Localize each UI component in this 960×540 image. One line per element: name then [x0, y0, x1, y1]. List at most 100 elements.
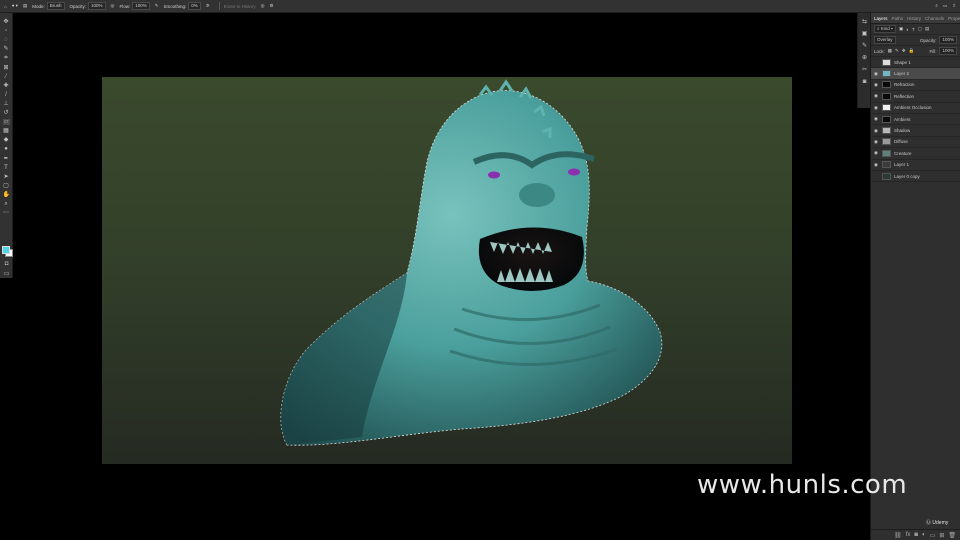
history-icon[interactable]: ▣	[861, 31, 868, 37]
brush-preset-picker[interactable]: ● ▾	[12, 3, 18, 9]
dodge-tool-icon[interactable]: ●	[3, 146, 10, 152]
adjustment-layer-icon[interactable]: ◐	[922, 532, 926, 538]
quick-mask-icon[interactable]: ◘	[3, 261, 10, 267]
tab-properties[interactable]: Properties	[948, 16, 960, 21]
delete-layer-icon[interactable]: 🗑	[948, 532, 956, 539]
link-layers-icon[interactable]: ⛓	[894, 532, 902, 539]
layer-row[interactable]: Shape 1	[871, 57, 960, 69]
tab-channels[interactable]: Channels	[925, 16, 944, 21]
tab-paths[interactable]: Paths	[892, 16, 904, 21]
opacity-control[interactable]: Opacity: 100%	[70, 2, 106, 10]
tab-layers[interactable]: Layers	[874, 16, 888, 21]
shape-tool-icon[interactable]: ▢	[3, 183, 10, 189]
path-select-icon[interactable]: ➤	[3, 174, 10, 180]
lock-pixels-icon[interactable]: ▦	[888, 48, 892, 54]
blend-mode-dropdown[interactable]: Overlay	[874, 36, 896, 44]
hand-tool-icon[interactable]: ✋	[3, 192, 10, 198]
search-icon[interactable]: ⌕	[935, 3, 938, 9]
history-brush-icon[interactable]: ↺	[3, 110, 10, 116]
visibility-eye-icon[interactable]: ◉	[873, 128, 879, 134]
layer-row[interactable]: ◉ Ambient Occlusion	[871, 103, 960, 114]
document-canvas[interactable]	[102, 77, 792, 464]
brush-settings-panel-icon[interactable]: ✎	[861, 43, 868, 49]
layer-opacity-field[interactable]: 100%	[939, 36, 957, 44]
tools-icon[interactable]: ✂	[861, 67, 868, 73]
visibility-eye-icon[interactable]: ◉	[873, 139, 879, 145]
fx-icon[interactable]: fx	[906, 532, 911, 538]
layer-row[interactable]: ◉ Shadow	[871, 125, 960, 137]
pressure-opacity-icon[interactable]: ◎	[111, 3, 115, 9]
foreground-color-swatch[interactable]	[2, 246, 10, 254]
brush-tool-icon[interactable]: /	[3, 92, 10, 98]
eyedropper-icon[interactable]: ⁄	[3, 74, 10, 80]
opacity-field[interactable]: 100%	[88, 2, 106, 10]
symmetry-icon[interactable]: ⚙	[270, 3, 274, 9]
quick-select-icon[interactable]: ✎	[3, 46, 10, 52]
tab-history[interactable]: History	[907, 16, 921, 21]
visibility-eye-icon[interactable]: ◉	[873, 105, 879, 111]
visibility-eye-icon[interactable]: ◉	[873, 150, 879, 156]
3d-icon[interactable]: ◙	[861, 79, 868, 85]
smoothing-settings-icon[interactable]: ✲	[206, 3, 210, 9]
airbrush-icon[interactable]: ✎	[155, 3, 159, 9]
lock-paint-icon[interactable]: ✎	[895, 48, 899, 54]
mode-dropdown[interactable]: Brush	[46, 2, 65, 10]
layer-row[interactable]: ◉ Creature	[871, 148, 960, 160]
visibility-eye-icon[interactable]: ◉	[873, 82, 879, 88]
filter-smart-icon[interactable]: ▤	[925, 26, 929, 32]
healing-brush-icon[interactable]: ✚	[3, 83, 10, 89]
layer-row[interactable]: ◉ Reflection	[871, 91, 960, 103]
new-group-icon[interactable]: ▭	[930, 532, 936, 539]
layer-thumbnail	[882, 138, 891, 146]
layer-row[interactable]: ◉ Layer 1	[871, 160, 960, 171]
pressure-size-icon[interactable]: ◎	[261, 3, 265, 9]
type-tool-icon[interactable]: T	[3, 165, 10, 171]
more-tools-icon[interactable]: ⋯	[3, 210, 10, 216]
visibility-eye-icon[interactable]: ◉	[873, 162, 879, 168]
blur-tool-icon[interactable]: ◆	[3, 137, 10, 143]
brush-settings-icon[interactable]: ▤	[23, 3, 27, 9]
visibility-eye-icon[interactable]: ◉	[873, 116, 879, 122]
artboard-icon[interactable]: ▫	[3, 28, 10, 34]
zoom-tool-icon[interactable]: ⌕	[3, 201, 10, 207]
layer-row[interactable]: ◉ Diffuse	[871, 137, 960, 149]
new-layer-icon[interactable]: ⊞	[939, 532, 944, 539]
arrange-icon[interactable]: ⇆	[861, 19, 868, 25]
filter-pixel-icon[interactable]: ▣	[899, 26, 903, 32]
layer-name: Layer 1	[894, 162, 910, 168]
lock-all-icon[interactable]: 🔒	[909, 48, 915, 54]
visibility-eye-icon[interactable]: ◉	[873, 93, 879, 99]
add-mask-icon[interactable]: ◙	[914, 532, 918, 538]
layer-fill-field[interactable]: 100%	[939, 47, 957, 55]
filter-type-icon[interactable]: T	[912, 27, 915, 32]
clone-stamp-icon[interactable]: ⊥	[3, 101, 10, 107]
home-icon[interactable]: ⌂	[4, 4, 7, 9]
screen-mode-icon[interactable]: ▭	[3, 271, 10, 277]
move-tool-icon[interactable]: ✥	[3, 19, 10, 25]
erase-to-history-checkbox[interactable]: Erase to History	[224, 4, 256, 9]
share-icon[interactable]: ⇪	[952, 3, 956, 9]
frame-tool-icon[interactable]: ⊠	[3, 65, 10, 71]
mode-control[interactable]: Mode: Brush	[32, 2, 65, 10]
layer-filter-dropdown[interactable]: ⌕ Kind ▾	[874, 25, 896, 33]
smoothing-control[interactable]: Smoothing: 0%	[164, 2, 201, 10]
layer-row[interactable]: ◉ Layer 2	[871, 68, 960, 80]
lasso-tool-icon[interactable]: ◌	[3, 37, 10, 43]
filter-shape-icon[interactable]: ▢	[918, 26, 922, 32]
pen-tool-icon[interactable]: ✒	[3, 156, 10, 162]
lock-move-icon[interactable]: ✥	[902, 48, 906, 54]
workspace-icon[interactable]: ▭	[943, 3, 947, 9]
crop-tool-icon[interactable]: ⌗	[3, 55, 10, 61]
layer-thumbnail	[882, 104, 891, 112]
layer-row[interactable]: ◉ Refraction	[871, 80, 960, 92]
smoothing-field[interactable]: 0%	[188, 2, 201, 10]
flow-field[interactable]: 100%	[132, 2, 150, 10]
layer-row[interactable]: Layer 0 copy	[871, 171, 960, 183]
clone-source-icon[interactable]: ⊕	[861, 55, 868, 61]
filter-adjust-icon[interactable]: ◐	[906, 27, 909, 32]
gradient-tool-icon[interactable]: ▦	[3, 128, 10, 134]
visibility-eye-icon[interactable]: ◉	[873, 71, 879, 77]
layer-row[interactable]: ◉ Ambient	[871, 114, 960, 126]
flow-control[interactable]: Flow: 100%	[119, 2, 150, 10]
eraser-icon[interactable]: ▱	[2, 119, 10, 126]
